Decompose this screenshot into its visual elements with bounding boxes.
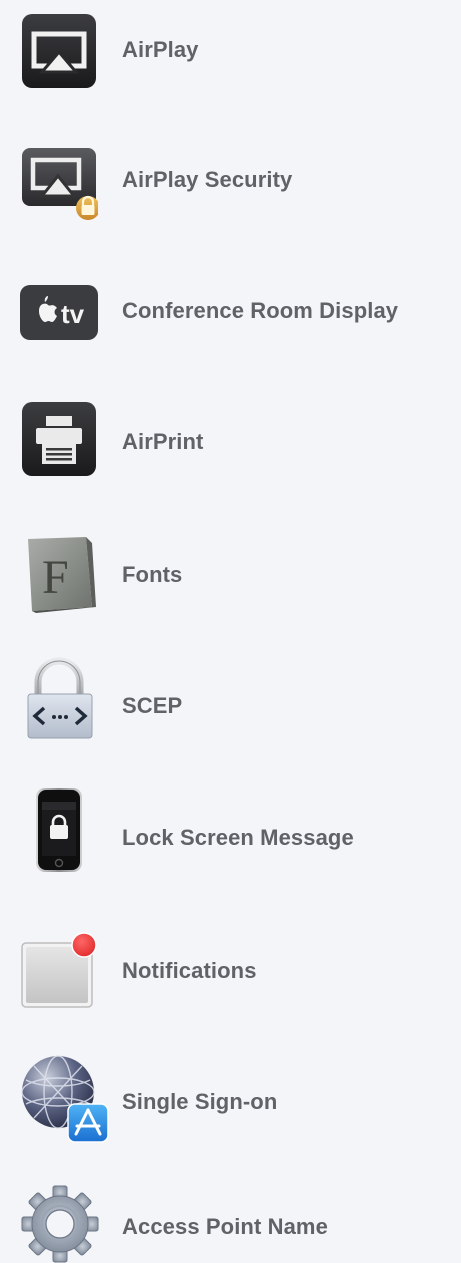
list-item-notifications[interactable]: Notifications [0,921,461,1021]
list-item-label: Lock Screen Message [122,825,354,850]
printer-icon [20,400,98,478]
font-book-icon: F [20,535,98,613]
list-item-conference-room-display[interactable]: tv Conference Room Display [0,261,461,361]
gear-icon [20,1184,99,1263]
iphone-lock-icon [20,788,98,872]
list-item-airplay[interactable]: AirPlay [0,0,461,100]
airplay-icon [20,12,98,90]
list-item-label: AirPlay [122,37,199,62]
airplay-security-icon [20,144,98,222]
list-item-label: AirPlay Security [122,167,293,192]
list-item-airplay-security[interactable]: AirPlay Security [0,130,461,230]
list-item-label: Single Sign-on [122,1089,278,1114]
list-item-label: Conference Room Display [122,298,399,323]
list-item-airprint[interactable]: AirPrint [0,392,461,492]
list-item-lock-screen-message[interactable]: Lock Screen Message [0,788,461,888]
list-item-label: Access Point Name [122,1214,328,1239]
list-item-label: SCEP [122,693,183,718]
list-item-scep[interactable]: SCEP [0,656,461,756]
list-item-label: Fonts [122,562,183,587]
svg-text:tv: tv [61,299,85,329]
list-item-single-sign-on[interactable]: Single Sign-on [0,1052,461,1152]
settings-list: AirPlay AirPlay Security tv Conference R… [0,0,461,1263]
list-item-fonts[interactable]: F Fonts [0,525,461,625]
notification-badge-icon [20,931,98,1009]
list-item-label: AirPrint [122,429,204,454]
list-item-label: Notifications [122,958,257,983]
padlock-code-icon [20,656,98,739]
svg-text:F: F [42,551,69,604]
apple-tv-icon: tv [20,273,98,351]
globe-app-store-icon [20,1054,109,1143]
list-item-access-point-name[interactable]: Access Point Name [0,1184,461,1263]
